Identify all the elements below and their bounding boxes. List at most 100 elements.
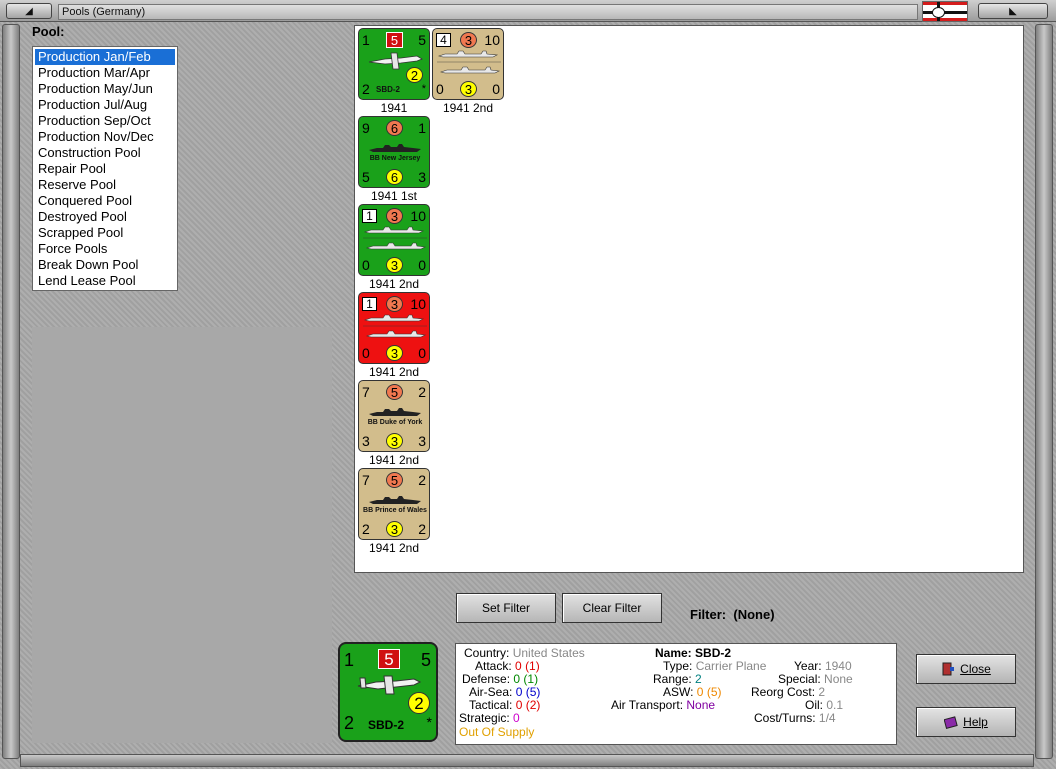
unit-br-value: 0	[492, 81, 500, 97]
pool-list-item[interactable]: Production May/Jun	[35, 81, 175, 97]
unit-box-value: 1	[362, 297, 377, 311]
help-button-label: Help	[963, 715, 988, 729]
units-panel[interactable]: 1 5 5 SBD-2 2 2 * 1941 4 3 10 0 3 0 1941 2nd 9 6 1 BB New …	[354, 25, 1024, 573]
asw-value: 0	[696, 685, 704, 699]
clear-filter-label: Clear Filter	[582, 601, 642, 615]
close-window-button[interactable]: ◣	[978, 3, 1048, 19]
convoy-icon	[363, 312, 427, 342]
unit-tl-value: 7	[362, 472, 370, 488]
germany-flag-icon	[922, 1, 968, 22]
country-value: United States	[512, 646, 585, 660]
unit-counter[interactable]: 1 5 5 SBD-2 2 2 *	[358, 28, 430, 100]
unit-br-value: 3	[418, 169, 426, 185]
unit-range-value: 3	[460, 81, 477, 97]
unit-counter-item[interactable]: 7 5 2 BB Duke of York 3 3 3 1941 2nd	[358, 380, 430, 468]
pool-list-item[interactable]: Production Jul/Aug	[35, 97, 175, 113]
unit-attack-value: 3	[386, 296, 403, 312]
unit-counter-item[interactable]: 4 3 10 0 3 0 1941 2nd	[432, 28, 504, 116]
asw-label: ASW:	[663, 685, 694, 699]
convoy-icon	[437, 48, 501, 78]
airsea-alt-value: (5)	[525, 685, 541, 699]
unit-name: BB Duke of York	[367, 419, 423, 426]
unit-name: BB Prince of Wales	[363, 507, 427, 514]
airsea-label: Air-Sea:	[469, 685, 513, 699]
pool-list[interactable]: Production Jan/Feb Production Mar/Apr Prod…	[32, 46, 178, 291]
range-label: Range:	[653, 672, 692, 686]
tactical-value: 0	[515, 698, 523, 712]
defense-alt-value: (1)	[523, 672, 539, 686]
year-label: Year:	[794, 659, 822, 673]
pool-list-item[interactable]: Conquered Pool	[35, 193, 175, 209]
unit-attack-value: 5	[386, 384, 403, 400]
unit-attack-value: 5	[386, 32, 403, 48]
unit-name: SBD-2	[375, 85, 400, 94]
unit-caption: 1941 2nd	[368, 277, 420, 291]
help-button[interactable]: Help	[916, 707, 1016, 737]
tactical-label: Tactical:	[469, 698, 513, 712]
unit-tr-value: 10	[484, 32, 500, 48]
bottom-frame-rail	[20, 754, 1034, 767]
pool-list-item[interactable]: Production Sep/Oct	[35, 113, 175, 129]
reorg-value: 2	[818, 685, 826, 699]
unit-bl-value: 5	[362, 169, 370, 185]
convoy-icon	[363, 224, 427, 254]
unit-tl-value: 9	[362, 120, 370, 136]
unit-counter-item[interactable]: 1 3 10 0 3 0 1941 2nd	[358, 204, 430, 292]
pool-list-item[interactable]: Production Mar/Apr	[35, 65, 175, 81]
cost-label: Cost/Turns:	[754, 711, 816, 725]
strategic-row: Strategic: 0	[459, 712, 520, 725]
minimize-button[interactable]: ◢	[6, 3, 52, 19]
name-label: Name:	[655, 646, 692, 660]
tactical-alt-value: (2)	[525, 698, 541, 712]
book-help-icon	[944, 716, 958, 729]
unit-bl-value: 0	[436, 81, 444, 97]
unit-box-value: 1	[362, 209, 377, 223]
unit-counter-item[interactable]: 1 3 10 0 3 0 1941 2nd	[358, 292, 430, 380]
unit-counter[interactable]: 1 3 10 0 3 0	[358, 204, 430, 276]
pool-list-item[interactable]: Force Pools	[35, 241, 175, 257]
pool-list-item[interactable]: Lend Lease Pool	[35, 273, 175, 289]
cost-value: 1/4	[818, 711, 836, 725]
reorg-label: Reorg Cost:	[751, 685, 816, 699]
unit-br-value: 0	[418, 257, 426, 273]
unit-counter[interactable]: 7 5 2 BB Duke of York 3 3 3	[358, 380, 430, 452]
attack-label: Attack:	[475, 659, 512, 673]
unit-counter[interactable]: 1 3 10 0 3 0	[358, 292, 430, 364]
unit-range-value: 6	[386, 169, 403, 185]
pool-list-item[interactable]: Construction Pool	[35, 145, 175, 161]
pool-list-item[interactable]: Break Down Pool	[35, 257, 175, 273]
unit-bl-value: 2	[362, 81, 370, 97]
unit-counter[interactable]: 4 3 10 0 3 0	[432, 28, 504, 100]
unit-caption: 1941 2nd	[368, 453, 420, 467]
strategic-label: Strategic:	[459, 711, 510, 725]
pool-list-item[interactable]: Reserve Pool	[35, 177, 175, 193]
unit-counter-item[interactable]: 1 5 5 SBD-2 2 2 * 1941	[358, 28, 430, 116]
pool-list-item[interactable]: Scrapped Pool	[35, 225, 175, 241]
pool-list-item[interactable]: Repair Pool	[35, 161, 175, 177]
unit-bl-value: 0	[362, 257, 370, 273]
unit-counter[interactable]: 7 5 2 BB Prince of Wales 2 3 2	[358, 468, 430, 540]
type-value: Carrier Plane	[695, 659, 767, 673]
air-transport-row: Air Transport: None	[611, 699, 715, 712]
clear-filter-button[interactable]: Clear Filter	[562, 593, 662, 623]
pool-list-item[interactable]: Production Nov/Dec	[35, 129, 175, 145]
unit-counter-item[interactable]: 9 6 1 BB New Jersey 5 6 3 1941 1st	[358, 116, 430, 204]
close-button[interactable]: Close	[916, 654, 1016, 684]
battleship-icon	[367, 141, 423, 153]
defense-label: Defense:	[462, 672, 511, 686]
selected-unit-attack: 5	[378, 649, 400, 669]
unit-box-value: 4	[436, 33, 451, 47]
unit-attack-value: 3	[460, 32, 477, 48]
pool-list-item[interactable]: Destroyed Pool	[35, 209, 175, 225]
unit-caption: 1941 2nd	[368, 365, 420, 379]
selected-unit-br: *	[426, 714, 432, 730]
special-value: None	[824, 672, 853, 686]
name-value: SBD-2	[695, 646, 732, 660]
unit-counter-item[interactable]: 7 5 2 BB Prince of Wales 2 3 2 1941 2nd	[358, 468, 430, 556]
unit-counter[interactable]: 9 6 1 BB New Jersey 5 6 3	[358, 116, 430, 188]
unit-bl-value: 0	[362, 345, 370, 361]
set-filter-button[interactable]: Set Filter	[456, 593, 556, 623]
set-filter-label: Set Filter	[481, 601, 530, 615]
pool-list-item[interactable]: Production Jan/Feb	[35, 49, 175, 65]
unit-tr-value: 10	[410, 208, 426, 224]
